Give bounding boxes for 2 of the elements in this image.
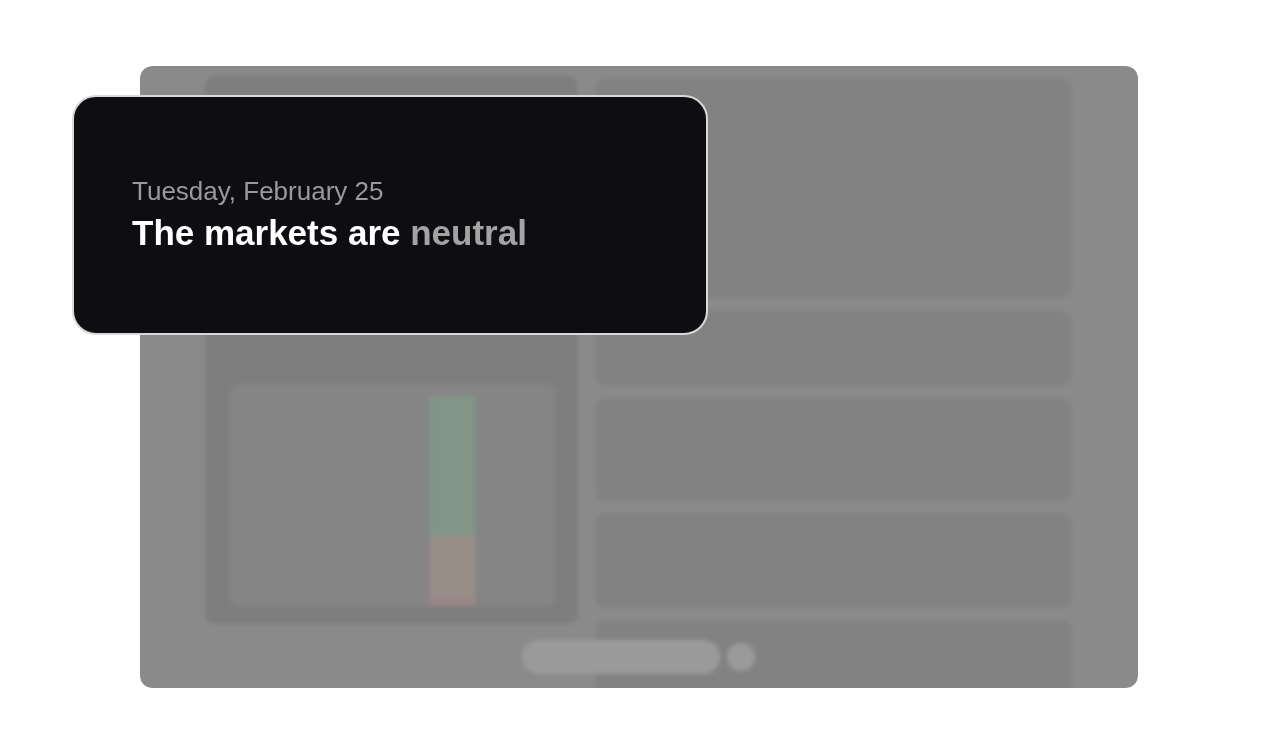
date-text: Tuesday, February 25 xyxy=(132,174,385,208)
headline: The markets are neutral xyxy=(132,212,528,255)
